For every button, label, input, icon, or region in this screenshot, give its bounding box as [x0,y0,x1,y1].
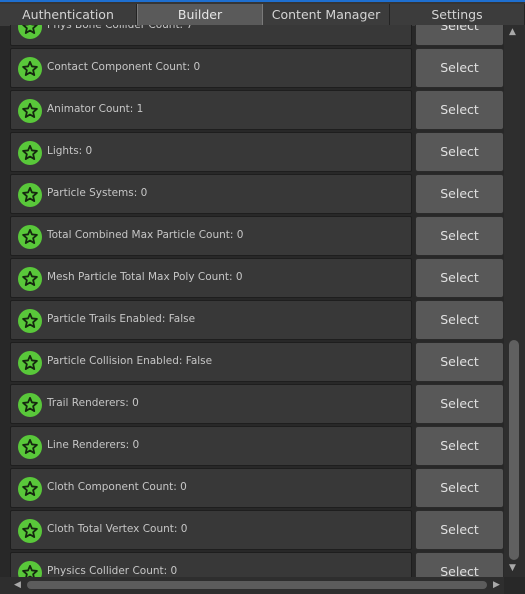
row-info-box: Phys Bone Collider Count: 7 [10,25,412,46]
scroll-left-arrow-icon[interactable]: ◀ [14,580,21,590]
star-icon [18,267,42,291]
select-button[interactable]: Select [415,25,504,46]
select-button[interactable]: Select [415,258,504,298]
horizontal-scroll-thumb[interactable] [27,581,487,589]
row-label: Cloth Component Count: 0 [47,481,187,493]
select-button[interactable]: Select [415,384,504,424]
list-item: Total Combined Max Particle Count: 0 Sele… [10,216,504,256]
vertical-scrollbar[interactable]: ▲ ▼ [504,25,525,577]
row-info-box: Particle Collision Enabled: False [10,342,412,382]
star-icon [18,225,42,249]
list-item: Particle Collision Enabled: False Select [10,342,504,382]
select-button[interactable]: Select [415,48,504,88]
star-icon [18,309,42,333]
star-icon [18,99,42,123]
row-label: Animator Count: 1 [47,103,144,115]
row-label: Lights: 0 [47,145,93,157]
star-icon [18,393,42,417]
row-info-box: Particle Systems: 0 [10,174,412,214]
select-button[interactable]: Select [415,468,504,508]
list-item: Mesh Particle Total Max Poly Count: 0 Sel… [10,258,504,298]
row-label: Particle Trails Enabled: False [47,313,196,325]
star-icon [18,57,42,81]
list-item: Phys Bone Collider Count: 7 Select [10,25,504,46]
list-item: Animator Count: 1 Select [10,90,504,130]
row-label: Trail Renderers: 0 [47,397,139,409]
tab-authentication[interactable]: Authentication [0,4,137,26]
row-info-box: Particle Trails Enabled: False [10,300,412,340]
list-item: Cloth Component Count: 0 Select [10,468,504,508]
row-label: Mesh Particle Total Max Poly Count: 0 [47,271,243,283]
scroll-up-arrow-icon[interactable]: ▲ [509,27,516,37]
star-icon [18,141,42,165]
tab-builder[interactable]: Builder [137,4,263,26]
tab-content-manager[interactable]: Content Manager [263,4,390,26]
star-icon [18,561,42,577]
star-icon [18,351,42,375]
star-icon [18,183,42,207]
select-button[interactable]: Select [415,174,504,214]
select-button[interactable]: Select [415,300,504,340]
row-info-box: Line Renderers: 0 [10,426,412,466]
row-info-box: Physics Collider Count: 0 [10,552,412,577]
row-info-box: Total Combined Max Particle Count: 0 [10,216,412,256]
row-info-box: Mesh Particle Total Max Poly Count: 0 [10,258,412,298]
select-button[interactable]: Select [415,552,504,577]
list-item: Physics Collider Count: 0 Select [10,552,504,577]
row-info-box: Cloth Total Vertex Count: 0 [10,510,412,550]
vertical-scroll-thumb[interactable] [509,340,519,560]
row-label: Cloth Total Vertex Count: 0 [47,523,188,535]
row-label: Particle Systems: 0 [47,187,148,199]
horizontal-scrollbar[interactable]: ◀ ▶ [0,577,504,594]
list-item: Particle Trails Enabled: False Select [10,300,504,340]
row-label: Phys Bone Collider Count: 7 [47,25,194,31]
select-button[interactable]: Select [415,426,504,466]
tab-settings[interactable]: Settings [390,4,525,26]
row-info-box: Lights: 0 [10,132,412,172]
select-button[interactable]: Select [415,132,504,172]
row-info-box: Trail Renderers: 0 [10,384,412,424]
list-item: Particle Systems: 0 Select [10,174,504,214]
list-item: Contact Component Count: 0 Select [10,48,504,88]
list-item: Lights: 0 Select [10,132,504,172]
star-icon [18,435,42,459]
star-icon [18,477,42,501]
builder-scroll-view[interactable]: Phys Bone Collider Count: 7 Select Contact… [0,25,504,577]
select-button[interactable]: Select [415,510,504,550]
select-button[interactable]: Select [415,342,504,382]
star-icon [18,25,42,39]
select-button[interactable]: Select [415,90,504,130]
list-item: Line Renderers: 0 Select [10,426,504,466]
row-info-box: Cloth Component Count: 0 [10,468,412,508]
row-label: Particle Collision Enabled: False [47,355,213,367]
row-label: Line Renderers: 0 [47,439,140,451]
scroll-right-arrow-icon[interactable]: ▶ [493,580,500,590]
star-icon [18,519,42,543]
row-info-box: Contact Component Count: 0 [10,48,412,88]
select-button[interactable]: Select [415,216,504,256]
list-item: Trail Renderers: 0 Select [10,384,504,424]
tab-bar: Authentication Builder Content Manager S… [0,0,525,26]
scroll-down-arrow-icon[interactable]: ▼ [509,563,516,573]
row-label: Total Combined Max Particle Count: 0 [47,229,244,241]
row-label: Physics Collider Count: 0 [47,565,178,577]
row-label: Contact Component Count: 0 [47,61,201,73]
row-info-box: Animator Count: 1 [10,90,412,130]
list-item: Cloth Total Vertex Count: 0 Select [10,510,504,550]
